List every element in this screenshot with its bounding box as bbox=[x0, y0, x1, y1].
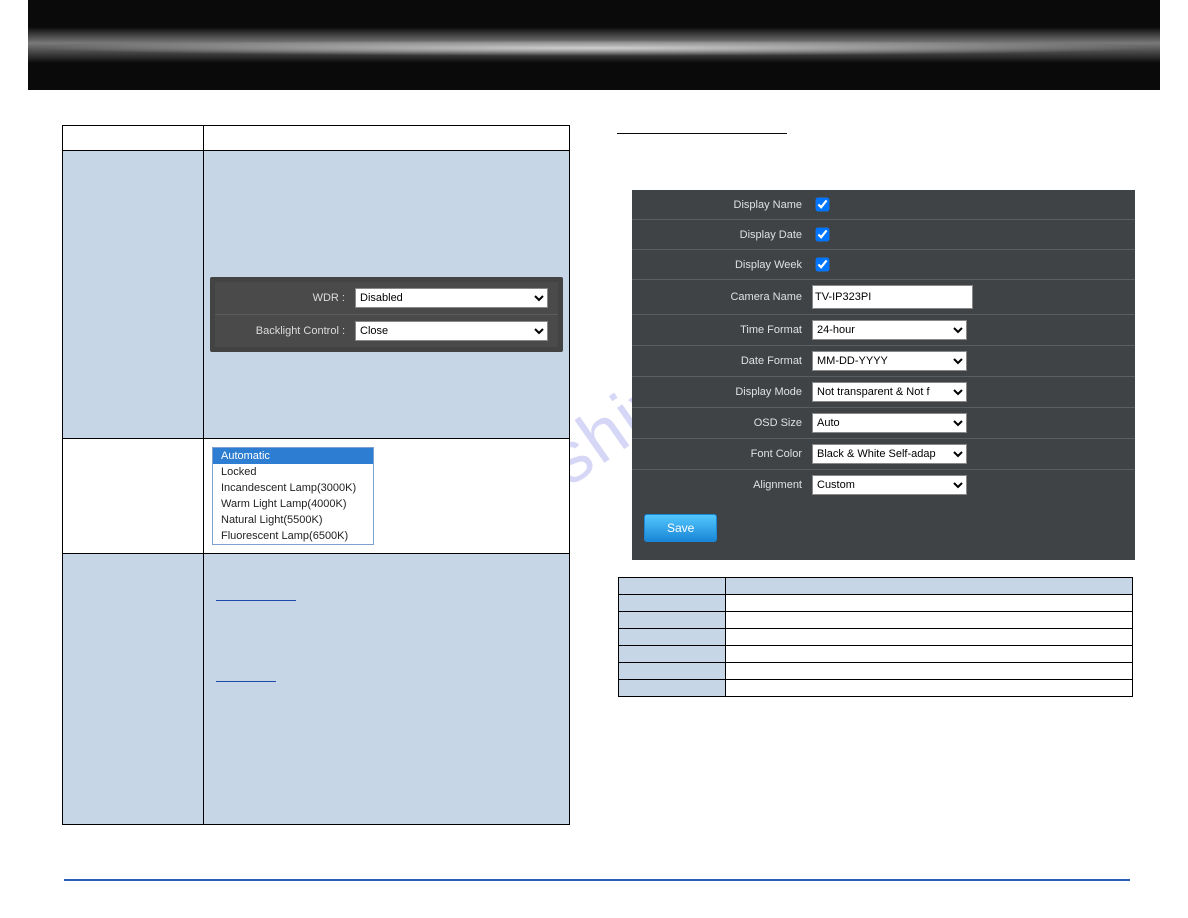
display-mode-select[interactable]: Not transparent & Not f bbox=[812, 382, 967, 402]
desc-text bbox=[725, 612, 1132, 628]
desc-label bbox=[619, 595, 725, 611]
time-format-select[interactable]: 24-hour bbox=[812, 320, 967, 340]
desc-text bbox=[725, 629, 1132, 645]
display-name-label: Display Name bbox=[642, 199, 812, 211]
left-settings-table: WDR : Disabled Backlight Control : Close bbox=[62, 125, 570, 825]
wdr-select[interactable]: Disabled bbox=[355, 288, 548, 308]
wb-option[interactable]: Incandescent Lamp(3000K) bbox=[213, 480, 373, 496]
wdr-label: WDR : bbox=[225, 292, 355, 304]
time-format-label: Time Format bbox=[642, 324, 812, 336]
osd-section-heading bbox=[617, 130, 787, 134]
backlight-panel: WDR : Disabled Backlight Control : Close bbox=[210, 277, 563, 352]
wb-label-cell bbox=[63, 439, 203, 553]
osd-size-label: OSD Size bbox=[642, 417, 812, 429]
white-balance-listbox[interactable]: AutomaticLockedIncandescent Lamp(3000K)W… bbox=[212, 447, 374, 545]
left-row1-b: WDR : Disabled Backlight Control : Close bbox=[203, 151, 569, 438]
osd-description-table bbox=[618, 577, 1133, 697]
save-button[interactable]: Save bbox=[644, 514, 717, 542]
wb-option[interactable]: Automatic bbox=[213, 448, 373, 464]
display-date-label: Display Date bbox=[642, 229, 812, 241]
alignment-label: Alignment bbox=[642, 479, 812, 491]
font-color-select[interactable]: Black & White Self-adap bbox=[812, 444, 967, 464]
desc-text bbox=[725, 595, 1132, 611]
header-banner bbox=[28, 0, 1160, 90]
date-format-label: Date Format bbox=[642, 355, 812, 367]
wb-option[interactable]: Warm Light Lamp(4000K) bbox=[213, 496, 373, 512]
camera-name-label: Camera Name bbox=[642, 291, 812, 303]
display-date-checkbox[interactable] bbox=[816, 228, 830, 242]
wb-option[interactable]: Fluorescent Lamp(6500K) bbox=[213, 528, 373, 544]
footer-rule bbox=[64, 879, 1130, 881]
desc-label bbox=[619, 612, 725, 628]
left-row1-a bbox=[63, 151, 203, 438]
link-line-2 bbox=[216, 681, 276, 682]
left-row0-a bbox=[63, 126, 203, 150]
left-row3-b bbox=[203, 554, 569, 824]
backlight-select[interactable]: Close bbox=[355, 321, 548, 341]
wb-option[interactable]: Natural Light(5500K) bbox=[213, 512, 373, 528]
display-mode-label: Display Mode bbox=[642, 386, 812, 398]
desc-text bbox=[725, 663, 1132, 679]
wb-list-cell: AutomaticLockedIncandescent Lamp(3000K)W… bbox=[203, 439, 569, 553]
desc-label bbox=[619, 680, 725, 696]
desc-text bbox=[725, 578, 1132, 594]
left-row3-a bbox=[63, 554, 203, 824]
wb-option[interactable]: Locked bbox=[213, 464, 373, 480]
left-row0-b bbox=[203, 126, 569, 150]
display-name-checkbox[interactable] bbox=[816, 198, 830, 212]
desc-label bbox=[619, 663, 725, 679]
desc-label bbox=[619, 578, 725, 594]
display-week-label: Display Week bbox=[642, 259, 812, 271]
desc-label bbox=[619, 629, 725, 645]
desc-text bbox=[725, 646, 1132, 662]
date-format-select[interactable]: MM-DD-YYYY bbox=[812, 351, 967, 371]
backlight-label: Backlight Control : bbox=[225, 325, 355, 337]
desc-text bbox=[725, 680, 1132, 696]
font-color-label: Font Color bbox=[642, 448, 812, 460]
desc-label bbox=[619, 646, 725, 662]
osd-size-select[interactable]: Auto bbox=[812, 413, 967, 433]
camera-name-input[interactable] bbox=[812, 285, 973, 309]
osd-settings-panel: Display Name Display Date Display Week C… bbox=[632, 190, 1135, 560]
alignment-select[interactable]: Custom bbox=[812, 475, 967, 495]
display-week-checkbox[interactable] bbox=[816, 258, 830, 272]
